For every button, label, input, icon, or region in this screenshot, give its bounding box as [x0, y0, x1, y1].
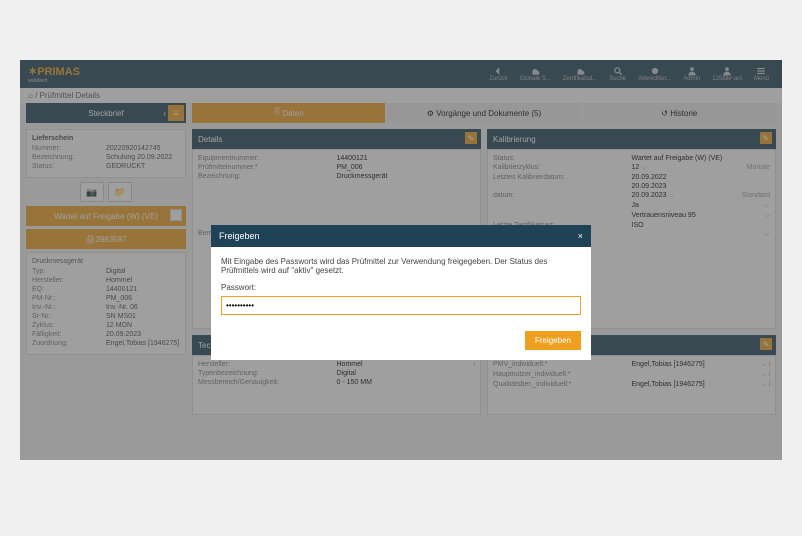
password-input[interactable] [221, 296, 581, 315]
modal-header: Freigeben × [211, 225, 591, 247]
modal-overlay: Freigeben × Mit Eingabe des Passworts wi… [20, 60, 782, 460]
freigeben-modal: Freigeben × Mit Eingabe des Passworts wi… [211, 225, 591, 360]
modal-footer: Freigeben [211, 325, 591, 360]
password-label: Passwort: [221, 283, 581, 292]
close-icon[interactable]: × [578, 231, 583, 241]
modal-body: Mit Eingabe des Passworts wird das Prüfm… [211, 247, 591, 325]
modal-title: Freigeben [219, 231, 260, 241]
modal-text: Mit Eingabe des Passworts wird das Prüfm… [221, 257, 581, 275]
app-window: ✶PRIMAS validiert Zurück Globale S... Ze… [20, 60, 782, 460]
freigeben-button[interactable]: Freigeben [525, 331, 581, 350]
